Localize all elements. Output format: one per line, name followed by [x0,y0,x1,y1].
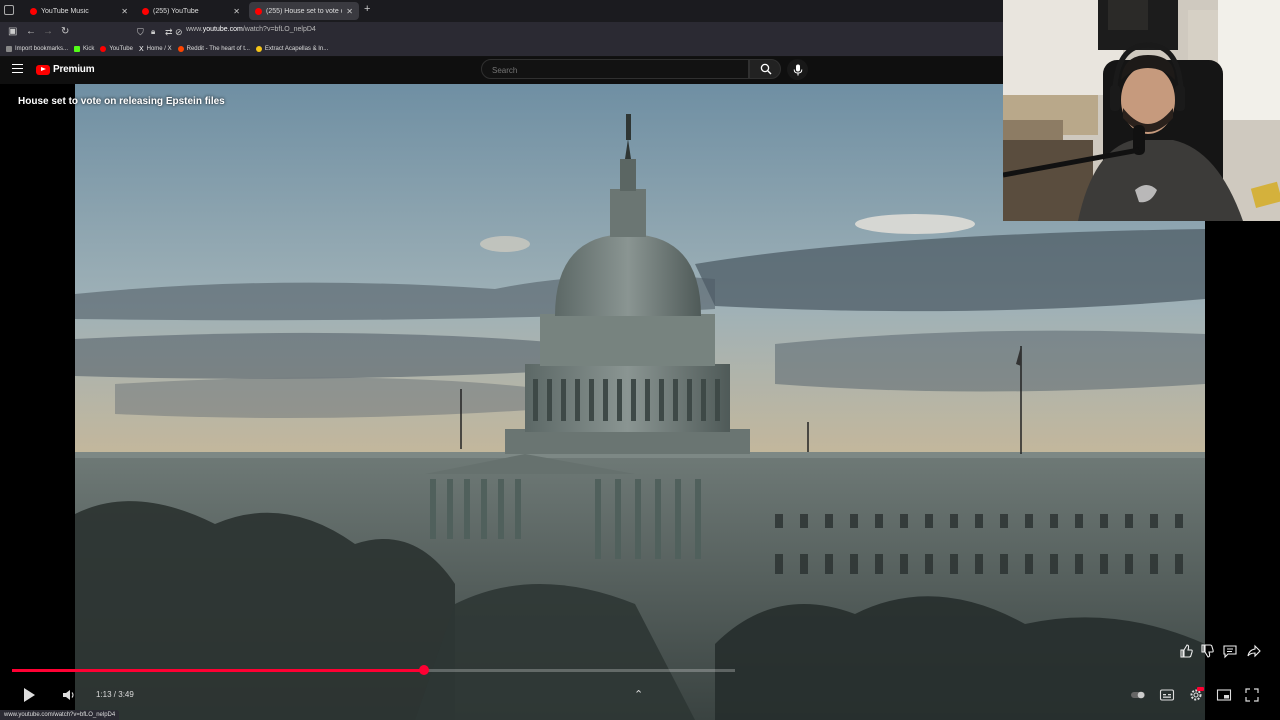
url-prefix: www. [186,26,203,33]
search-box [481,59,749,79]
bookmark-label: Kick [83,46,95,52]
bookmark-import[interactable]: Import bookmarks... [6,46,68,52]
like-icon[interactable] [1178,643,1194,659]
video-title: House set to vote on releasing Epstein f… [18,96,225,107]
miniplayer-icon[interactable] [1216,687,1232,703]
youtube-header: Premium [0,57,1003,84]
shield-icon[interactable]: ⛉ [137,25,144,39]
fullscreen-icon[interactable] [1244,687,1260,703]
bookmark-kick[interactable]: Kick [74,46,94,52]
volume-icon[interactable] [62,688,76,702]
x-logo-icon: X [138,46,144,53]
tab-title: (255) YouTube [153,7,199,15]
browser-tab-bar: YouTube Music ✕ (255) YouTube ✕ (255) Ho… [0,0,1003,22]
import-icon [6,46,12,52]
play-icon[interactable] [24,688,35,702]
back-icon[interactable]: ← [26,25,36,39]
captions-icon[interactable] [1159,687,1175,703]
progress-played [12,669,425,672]
address-bar[interactable]: www.youtube.com/watch?v=bfLO_nelpD4 [186,26,316,33]
progress-bar[interactable] [12,665,735,675]
link-status-bar: www.youtube.com/watch?v=bfLO_nelpD4 [0,710,120,720]
youtube-icon [100,46,107,52]
share-icon[interactable] [1246,643,1262,659]
dislike-icon[interactable] [1199,643,1215,659]
chevron-up-icon[interactable]: ⌃ [634,688,643,701]
bookmark-label: Home / X [146,46,172,52]
reload-icon[interactable]: ↻ [61,25,69,39]
bookmark-x[interactable]: X Home / X [138,46,172,53]
settings-icon[interactable] [1188,687,1204,703]
browser-nav-bar: ▣ ← → ↻ ⛉ 🔒︎ ⇄ ⊘ www.youtube.com/watch?v… [0,22,1003,42]
youtube-logo-icon [36,64,50,75]
menu-icon[interactable] [12,64,23,73]
bookmark-acapellas[interactable]: Extract Acapellas & In... [255,46,329,52]
tab-list-icon[interactable] [4,5,14,15]
new-tab-icon[interactable]: + [364,3,370,15]
voice-search-button[interactable] [787,59,808,80]
bookmark-label: Reddit - The heart of t... [186,46,250,52]
search-icon [760,63,772,75]
url-domain: youtube.com [202,26,243,33]
forward-icon[interactable]: → [43,25,53,39]
bookmark-label: YouTube [109,46,133,52]
tab-youtube[interactable]: (255) YouTube ✕ [136,2,246,20]
reddit-icon [177,46,184,52]
tab-title: (255) House set to vote on rele... [266,7,342,15]
mic-icon [793,64,802,75]
time-display: 1:13 / 3:49 [96,690,134,699]
bookmark-label: Extract Acapellas & In... [264,46,329,52]
permissions-icon[interactable]: ⇄ [165,25,173,39]
search-button[interactable] [749,59,781,79]
tab-title: YouTube Music [41,7,89,15]
close-tab-icon[interactable]: ✕ [121,7,128,16]
search-input[interactable] [490,65,734,76]
bookmark-label: Import bookmarks... [15,46,69,52]
youtube-favicon-icon [255,7,262,15]
youtube-music-favicon-icon [30,7,37,15]
sidebar-toggle-icon[interactable]: ▣ [8,25,17,39]
kick-icon [74,46,81,52]
url-path: /watch?v=bfLO_nelpD4 [242,26,316,33]
tab-house-vote[interactable]: (255) House set to vote on rele... ✕ [249,2,359,20]
bookmark-reddit[interactable]: Reddit - The heart of t... [177,46,250,52]
streamer-webcam-image [1003,0,1280,221]
progress-scrubber-handle[interactable] [419,665,430,675]
tracking-icon[interactable]: ⊘ [175,25,183,39]
close-tab-icon[interactable]: ✕ [346,7,353,16]
tab-youtube-music[interactable]: YouTube Music ✕ [24,2,134,20]
bookmark-youtube[interactable]: YouTube [100,46,133,52]
bookmarks-bar: Import bookmarks... Kick YouTube X Home /… [0,42,1003,57]
comment-icon[interactable] [1222,643,1238,659]
youtube-premium-logo[interactable]: Premium [36,64,95,75]
logo-text: Premium [53,64,95,75]
youtube-favicon-icon [142,7,149,15]
close-tab-icon[interactable]: ✕ [233,7,240,16]
webcam-overlay [1003,0,1280,221]
acapella-icon [255,46,262,52]
autoplay-toggle-icon[interactable] [1130,687,1146,703]
lock-icon[interactable]: 🔒︎ [151,25,155,39]
